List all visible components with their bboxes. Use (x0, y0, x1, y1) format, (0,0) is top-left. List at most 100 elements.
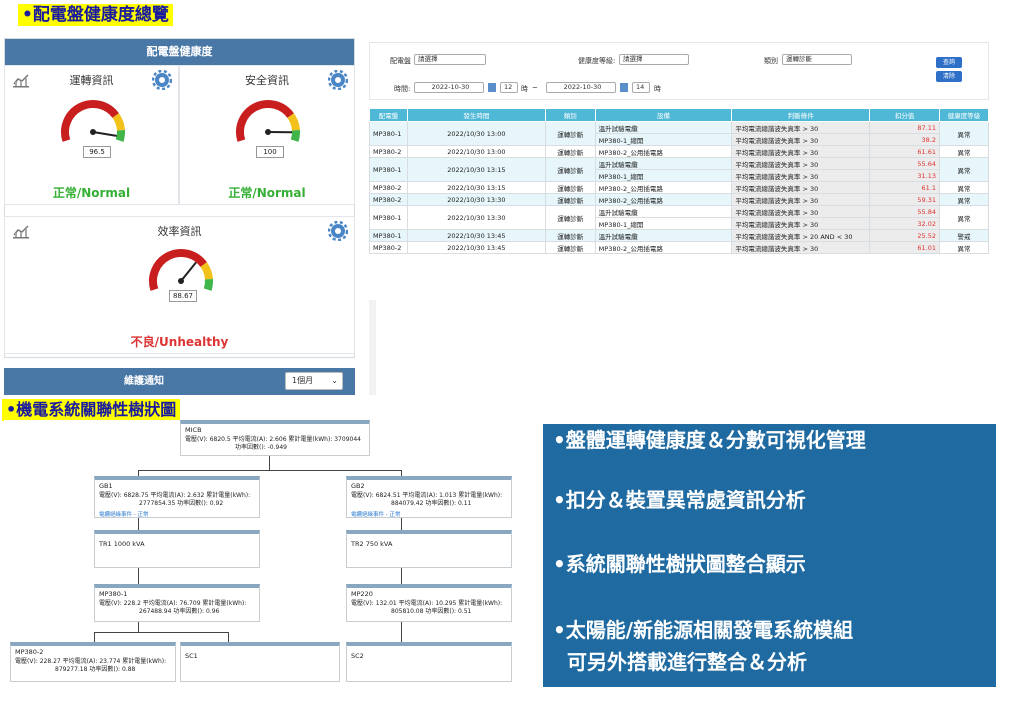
overview-title: •配電盤健康度總覽 (18, 4, 173, 26)
column-header: 配電盤 (369, 108, 408, 122)
date-to-input[interactable]: 2022-10-30 (546, 82, 616, 93)
cell-type: 運轉診斷 (544, 157, 596, 182)
cell-condition: 平均電流總諧波失真率 > 30 (731, 157, 871, 170)
table-row[interactable]: MP380-1 2022/10/30 13:45 運轉診斷 溫升試驗電纜 平均電流總諧波… (369, 229, 989, 242)
node-metrics: 267488.94 功率因數(): 0.96 (139, 608, 220, 615)
range-separator: ~ (532, 84, 538, 92)
table-row[interactable]: MP380-2 2022/10/30 13:15 運轉診斷 MP380-2_公用插電路… (369, 181, 989, 194)
cell-grade: 異常 (939, 121, 989, 146)
cell-grade: 異常 (939, 241, 989, 254)
cell-condition: 平均電流總諧波失真率 > 30 (731, 121, 871, 134)
type-select[interactable]: 運轉診斷 (782, 54, 852, 65)
panel-filter-label: 配電盤 (390, 57, 411, 65)
tree-connector (94, 632, 228, 633)
tree-node-sc1[interactable]: SC1 (180, 642, 340, 682)
hour-unit-label: 時 (654, 85, 661, 93)
grade-select[interactable]: 請選擇 (619, 54, 689, 65)
health-panel-header: 配電盤健康度 (5, 39, 354, 65)
period-select[interactable]: 1個月 ⌄ (285, 372, 343, 390)
cell-panel: MP380-2 (369, 145, 408, 158)
cell-panel: MP380-1 (369, 229, 408, 242)
tree-connector (228, 632, 229, 642)
gauge-hub (265, 129, 271, 135)
cell-grade: 異常 (939, 193, 989, 206)
feature-bullets-panel: •盤體運轉健康度＆分數可視化管理 •扣分＆裝置異常處資訊分析 •系統關聯性樹狀圖… (543, 424, 996, 687)
time-filter-label: 時間: (394, 85, 411, 93)
date-from-input[interactable]: 2022-10-30 (414, 82, 484, 93)
insulation-event-link[interactable]: 電纜絕緣事件 - 正常 (351, 510, 507, 518)
gauge-needle (180, 261, 197, 282)
node-metrics: 電壓(V): 6820.5 平均電流(A): 2.606 累計電量(kWh): … (185, 436, 361, 443)
cell-grade: 異常 (939, 205, 989, 230)
query-button[interactable]: 查詢 (936, 57, 962, 68)
cell-type: 運轉診斷 (544, 229, 596, 242)
gauge-value: 96.5 (83, 146, 111, 158)
gauge-band-red (236, 100, 294, 142)
cell-score: 55.64 (869, 157, 941, 170)
cell-device: MP380-1_總開 (594, 133, 733, 146)
calendar-icon[interactable] (488, 83, 496, 92)
feature-bullet: •盤體運轉健康度＆分數可視化管理 (553, 428, 866, 452)
node-metrics: 884079.42 功率因數(): 0.11 (391, 500, 472, 507)
table-row[interactable]: MP380-2 2022/10/30 13:45 運轉診斷 MP380-2_公用插電路… (369, 241, 989, 254)
cell-type: 運轉診斷 (544, 181, 596, 194)
table-row[interactable]: MP380-2 2022/10/30 13:00 運轉診斷 MP380-2_公用插電路… (369, 145, 989, 158)
status-text: 正常/Normal (228, 186, 306, 200)
hour-from-select[interactable]: 12 (500, 82, 518, 93)
maintenance-notice-bar: 維護通知 1個月 ⌄ (4, 368, 355, 395)
hour-from-value: 12 (504, 83, 513, 91)
hour-to-select[interactable]: 14 (632, 82, 650, 93)
cell-grade: 警戒 (939, 229, 989, 242)
tree-node-gb2[interactable]: GB2 電壓(V): 6824.51 平均電流(A): 1.013 累計電量(k… (346, 476, 512, 518)
cell-score: 32.02 (869, 217, 941, 230)
gear-icon[interactable] (328, 70, 348, 90)
cell-score: 31.13 (869, 169, 941, 182)
table-row[interactable]: MP380-1 2022/10/30 13:15 運轉診斷 溫升試驗電纜 平均電流總諧波… (369, 157, 989, 182)
tree-node-sc2[interactable]: SC2 (346, 642, 512, 682)
cell-condition: 平均電流總諧波失真率 > 30 (731, 217, 871, 230)
date-to-value: 2022-10-30 (563, 83, 602, 91)
cell-score: 38.2 (869, 133, 941, 146)
cell-condition: 平均電流總諧波失真率 > 20 AND < 30 (731, 229, 871, 242)
cell-condition: 平均電流總諧波失真率 > 30 (731, 133, 871, 146)
tree-node-mp220[interactable]: MP220 電壓(V): 132.01 平均電流(A): 10.295 累計電量… (346, 584, 512, 622)
feature-bullet: 可另外搭載進行整合＆分析 (567, 650, 807, 674)
cell-type: 運轉診斷 (544, 205, 596, 230)
node-name: MP380-2 (15, 648, 44, 656)
cell-time: 2022/10/30 13:30 (406, 193, 546, 206)
tree-node-micb[interactable]: MICB 電壓(V): 6820.5 平均電流(A): 2.606 累計電量(k… (180, 420, 370, 456)
column-header: 健康度等級 (939, 108, 989, 122)
cell-time: 2022/10/30 13:30 (406, 205, 546, 230)
tree-node-tr2[interactable]: TR2 750 kVA (346, 530, 512, 568)
insulation-event-link[interactable]: 電纜絕緣事件 - 正常 (99, 510, 255, 518)
column-header: 扣分值 (869, 108, 941, 122)
gear-icon[interactable] (152, 70, 172, 90)
node-name: TR1 1000 kVA (99, 540, 145, 548)
deduction-table: 配電盤 發生時間 類別 設備 判斷條件 扣分值 健康度等級 MP380-1 2022/10/3… (369, 108, 989, 254)
tree-node-tr1[interactable]: TR1 1000 kVA (94, 530, 260, 568)
scrollbar[interactable] (369, 300, 376, 395)
clear-button[interactable]: 清除 (936, 71, 962, 82)
table-row[interactable]: MP380-1 2022/10/30 13:00 運轉診斷 溫升試驗電纜 平均電流總諧波… (369, 121, 989, 146)
feature-bullet: •系統關聯性樹狀圖整合顯示 (553, 552, 806, 576)
gauge-hub (178, 278, 184, 284)
tree-title: •機電系統關聯性樹狀圖 (2, 399, 181, 421)
table-row[interactable]: MP380-2 2022/10/30 13:30 運轉診斷 MP380-2_公用插電路… (369, 193, 989, 206)
calendar-icon[interactable] (620, 83, 628, 92)
cell-panel: MP380-2 (369, 241, 408, 254)
tree-node-gb1[interactable]: GB1 電壓(V): 6828.75 平均電流(A): 2.632 累計電量(k… (94, 476, 260, 518)
node-metrics: 電壓(V): 6828.75 平均電流(A): 2.632 累計電量(kWh): (99, 492, 251, 499)
cell-time: 2022/10/30 13:15 (406, 157, 546, 182)
gauge-operation (61, 100, 125, 142)
panel-select[interactable]: 請選擇 (414, 54, 486, 65)
table-row[interactable]: MP380-1 2022/10/30 13:30 運轉診斷 溫升試驗電纜 平均電流總諧波… (369, 205, 989, 230)
tree-node-mp380-2[interactable]: MP380-2 電壓(V): 228.27 平均電流(A): 23.774 累計… (10, 642, 176, 682)
cell-panel: MP380-1 (369, 157, 408, 182)
node-metrics: 879277.18 功率因數(): 0.88 (55, 666, 136, 673)
cell-panel: MP380-1 (369, 205, 408, 230)
gear-icon[interactable] (328, 221, 348, 241)
node-name: SC2 (351, 652, 364, 660)
cell-type: 運轉診斷 (544, 193, 596, 206)
tree-node-mp380-1[interactable]: MP380-1 電壓(V): 228.2 平均電流(A): 76.709 累計電… (94, 584, 260, 622)
gauge-band-yellow (112, 113, 125, 131)
